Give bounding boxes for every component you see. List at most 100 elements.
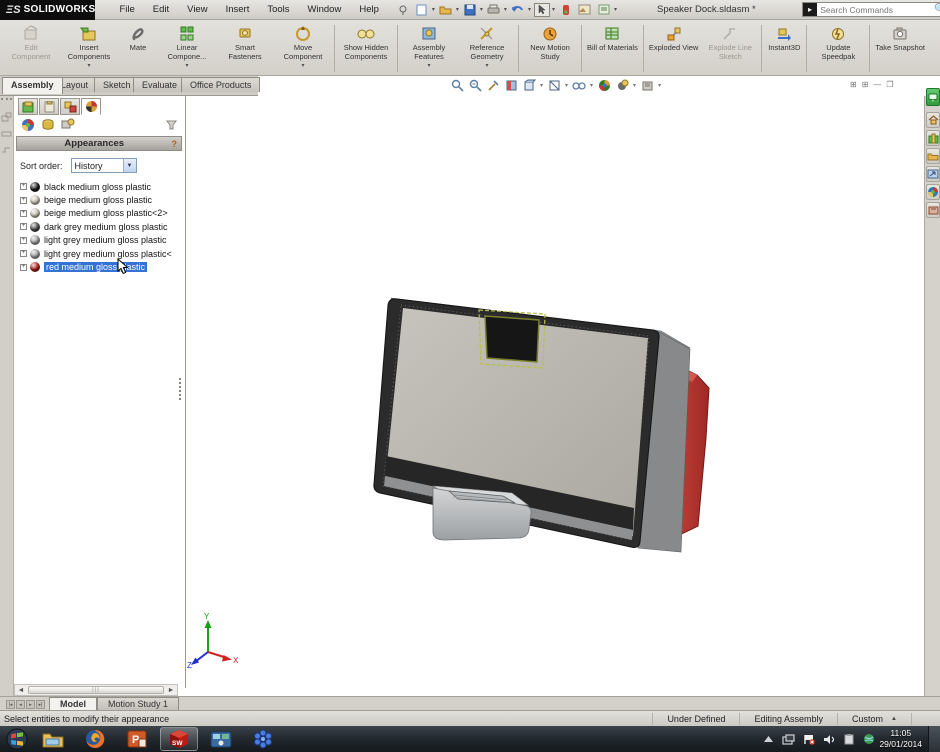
assembly-features-button[interactable]: Assembly Features ▾ xyxy=(400,22,458,75)
tab-next-icon[interactable]: ▸ xyxy=(26,700,35,709)
scrollbar-thumb[interactable]: ||| xyxy=(28,686,164,694)
caret-icon[interactable]: ▾ xyxy=(427,62,430,68)
undo-icon[interactable] xyxy=(510,3,526,17)
caret-icon[interactable]: ▾ xyxy=(456,6,459,13)
caret-icon[interactable]: ▾ xyxy=(480,6,483,13)
scene-icon[interactable] xyxy=(577,3,593,17)
tab-last-icon[interactable]: ▸| xyxy=(36,700,45,709)
select-tool-icon[interactable] xyxy=(534,3,550,17)
menu-tools[interactable]: Tools xyxy=(259,1,297,18)
caret-icon[interactable]: ▾ xyxy=(504,6,507,13)
caret-icon[interactable]: ▾ xyxy=(614,6,617,13)
expand-icon[interactable]: + xyxy=(20,264,27,271)
cascade-icon[interactable]: ⊞ xyxy=(850,80,857,89)
view-palette-icon[interactable] xyxy=(926,166,940,182)
insert-components-button[interactable]: Insert Components ▾ xyxy=(60,22,118,75)
tab-scroll-buttons[interactable]: |◂ ◂ ▸ ▸| xyxy=(6,700,45,709)
explode-line-sketch-button[interactable]: Explode Line Sketch xyxy=(701,22,759,75)
caret-icon[interactable]: ▾ xyxy=(87,62,90,68)
caret-icon[interactable]: ▾ xyxy=(185,62,188,68)
menu-help[interactable]: Help xyxy=(351,1,387,18)
display-style-icon[interactable] xyxy=(547,79,561,92)
magnifying-glass-icon[interactable] xyxy=(486,79,500,92)
start-button[interactable] xyxy=(4,727,30,751)
take-snapshot-button[interactable]: Take Snapshot xyxy=(872,22,928,75)
feature-manager-tab[interactable] xyxy=(18,98,38,115)
exploded-view-button[interactable]: Exploded View xyxy=(646,22,701,75)
status-configuration[interactable]: Custom ▲ xyxy=(837,713,911,725)
view-settings-icon[interactable] xyxy=(615,79,629,92)
print-icon[interactable] xyxy=(486,3,502,17)
model-tab[interactable]: Model xyxy=(49,697,97,710)
pin-icon[interactable] xyxy=(395,3,411,17)
linear-component-button[interactable]: Linear Compone... ▾ xyxy=(158,22,216,75)
speaker-dock-model[interactable]: Y X Z xyxy=(187,96,924,696)
design-library-icon[interactable] xyxy=(926,130,940,146)
caret-icon[interactable]: ▾ xyxy=(528,6,531,13)
home-icon[interactable] xyxy=(926,112,940,128)
view-scene-lights-icon[interactable] xyxy=(60,117,76,132)
zoom-to-area-icon[interactable] xyxy=(468,79,482,92)
view-decals-icon[interactable] xyxy=(40,117,56,132)
caret-icon[interactable]: ▾ xyxy=(540,82,543,89)
expand-icon[interactable]: + xyxy=(20,237,27,244)
view-orientation-icon[interactable] xyxy=(522,79,536,92)
expand-icon[interactable]: + xyxy=(20,197,27,204)
windows-explorer-icon[interactable] xyxy=(34,727,72,751)
action-center-icon[interactable] xyxy=(802,733,815,746)
file-explorer-icon[interactable] xyxy=(926,148,940,164)
menu-view[interactable]: View xyxy=(179,1,215,18)
configuration-manager-tab[interactable] xyxy=(60,98,80,115)
doc-minimize-button[interactable]: — xyxy=(873,80,881,89)
expand-icon[interactable]: + xyxy=(20,250,27,257)
caret-icon[interactable]: ▾ xyxy=(658,82,661,89)
list-item[interactable]: +light grey medium gloss plastic xyxy=(16,234,184,247)
appearances-scenes-icon[interactable] xyxy=(926,184,940,200)
search-commands-box[interactable]: ▸ 🔍 ▾ xyxy=(802,2,940,17)
hide-show-items-icon[interactable] xyxy=(572,79,586,92)
panel-resize-grip[interactable] xyxy=(179,378,184,400)
menu-file[interactable]: File xyxy=(111,1,142,18)
edit-component-button[interactable]: Edit Component xyxy=(2,22,60,75)
panel-horizontal-scrollbar[interactable]: ◄ ||| ► xyxy=(14,684,178,696)
remote-window-icon[interactable] xyxy=(782,733,795,746)
search-input[interactable] xyxy=(817,5,934,15)
tab-office-products[interactable]: Office Products xyxy=(181,77,260,92)
list-item[interactable]: +light grey medium gloss plastic< xyxy=(16,247,184,260)
search-icon[interactable]: 🔍 xyxy=(934,4,940,15)
taskbar-clock[interactable]: 11:05 29/01/2014 xyxy=(879,728,922,749)
graphics-viewport[interactable]: Y X Z xyxy=(187,96,924,696)
mate-button[interactable]: Mate xyxy=(118,22,158,75)
zoom-fit-icon[interactable] xyxy=(450,79,464,92)
bill-of-materials-button[interactable]: Bill of Materials xyxy=(584,22,641,75)
chevron-up-icon[interactable]: ▲ xyxy=(891,716,897,722)
clipboard-tray-icon[interactable] xyxy=(842,733,855,746)
motion-study-tab[interactable]: Motion Study 1 xyxy=(97,697,179,710)
display-manager-tab[interactable] xyxy=(81,98,101,115)
update-speedpak-button[interactable]: Update Speedpak xyxy=(809,22,867,75)
save-icon[interactable] xyxy=(462,3,478,17)
model-screen[interactable] xyxy=(485,316,539,362)
volume-icon[interactable] xyxy=(822,733,835,746)
new-motion-study-button[interactable]: New Motion Study xyxy=(521,22,579,75)
scroll-right-icon[interactable]: ► xyxy=(165,687,177,694)
scroll-left-icon[interactable]: ◄ xyxy=(15,687,27,694)
menu-edit[interactable]: Edit xyxy=(145,1,177,18)
expand-icon[interactable]: + xyxy=(20,223,27,230)
tab-assembly[interactable]: Assembly xyxy=(2,77,63,94)
filter-icon[interactable] xyxy=(163,117,179,132)
list-item[interactable]: +beige medium gloss plastic xyxy=(16,193,184,206)
caret-icon[interactable]: ▾ xyxy=(485,62,488,68)
splitter-grip[interactable] xyxy=(1,98,12,106)
expand-icon[interactable]: + xyxy=(20,183,27,190)
caret-icon[interactable]: ▾ xyxy=(552,6,555,13)
chevron-down-icon[interactable]: ▼ xyxy=(123,159,136,172)
show-hidden-icons-icon[interactable] xyxy=(762,733,775,746)
options-icon[interactable] xyxy=(596,3,612,17)
open-icon[interactable] xyxy=(438,3,454,17)
custom-properties-icon[interactable] xyxy=(926,202,940,218)
tile-icon[interactable]: ⊞ xyxy=(862,80,869,89)
list-item-selected[interactable]: +red medium gloss plastic xyxy=(16,260,184,273)
list-item[interactable]: +beige medium gloss plastic<2> xyxy=(16,207,184,220)
doc-restore-button[interactable]: ❐ xyxy=(886,80,893,89)
